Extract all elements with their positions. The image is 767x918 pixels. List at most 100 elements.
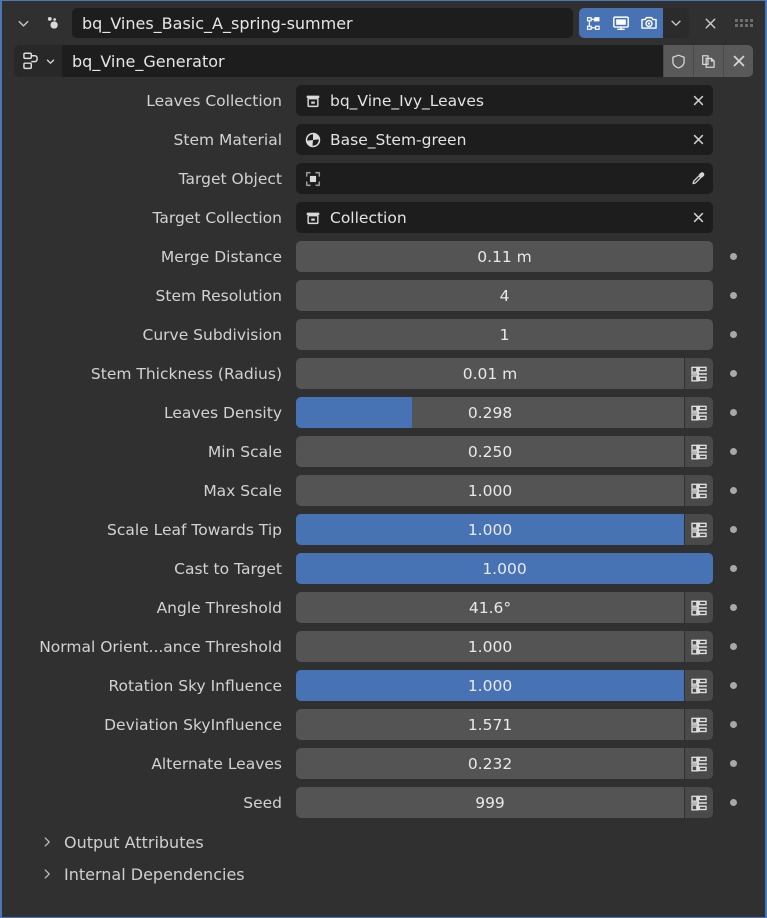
slider-field[interactable]: 1.000 — [296, 514, 684, 545]
datablock-field[interactable]: Base_Stem-green — [296, 124, 713, 155]
drag-handle-icon[interactable] — [731, 8, 757, 38]
property-field-wrap: 1.000 — [296, 553, 713, 584]
collapsed-panel-header[interactable]: Output Attributes — [2, 826, 765, 858]
chevron-right-icon — [40, 867, 54, 881]
animate-property-dot[interactable] — [713, 565, 753, 572]
property-label: Min Scale — [14, 443, 296, 461]
chevron-right-icon — [40, 835, 54, 849]
duplicate-button[interactable] — [693, 45, 723, 77]
fake-user-button[interactable] — [663, 45, 693, 77]
attribute-toggle-button[interactable] — [685, 358, 713, 389]
property-label: Stem Material — [14, 131, 296, 149]
datablock-field[interactable]: bq_Vine_Ivy_Leaves — [296, 85, 713, 116]
property-row: Stem MaterialBase_Stem-green — [14, 124, 753, 155]
attribute-toggle-button[interactable] — [685, 475, 713, 506]
collapsed-panel-header[interactable]: Internal Dependencies — [2, 858, 765, 890]
property-label: Deviation SkyInfluence — [14, 716, 296, 734]
property-field-wrap — [296, 163, 713, 194]
remove-modifier-button[interactable] — [695, 8, 725, 38]
animate-property-dot[interactable] — [713, 292, 753, 299]
attribute-toggle-icon — [690, 521, 708, 539]
value-field[interactable]: 0.01 m — [296, 358, 684, 389]
render-display-toggle[interactable] — [635, 8, 663, 38]
property-field-wrap: Base_Stem-green — [296, 124, 713, 155]
attribute-toggle-button[interactable] — [685, 748, 713, 779]
property-row: Min Scale0.250 — [14, 436, 753, 467]
property-field-wrap: 1 — [296, 319, 713, 350]
geometry-nodes-browse-button[interactable] — [14, 45, 62, 77]
chevron-right-icon — [40, 867, 54, 881]
property-dot-placeholder — [713, 214, 753, 221]
datablock-field[interactable]: Collection — [296, 202, 713, 233]
unlink-datablock-button[interactable] — [723, 45, 753, 77]
attribute-toggle-button[interactable] — [685, 397, 713, 428]
animate-property-dot[interactable] — [713, 526, 753, 533]
animate-property-dot[interactable] — [713, 253, 753, 260]
node-group-name-field[interactable]: bq_Vine_Generator — [62, 45, 663, 77]
animate-property-dot[interactable] — [713, 799, 753, 806]
value-field[interactable]: 0.232 — [296, 748, 684, 779]
animate-property-dot[interactable] — [713, 409, 753, 416]
animate-property-dot[interactable] — [713, 370, 753, 377]
property-row: Alternate Leaves0.232 — [14, 748, 753, 779]
modifier-name-text: bq_Vines_Basic_A_spring-summer — [82, 14, 353, 33]
clear-datablock-button[interactable] — [683, 202, 713, 233]
clear-datablock-button[interactable] — [683, 124, 713, 155]
property-label: Max Scale — [14, 482, 296, 500]
animate-property-dot[interactable] — [713, 643, 753, 650]
attribute-toggle-button[interactable] — [685, 787, 713, 818]
property-label: Stem Thickness (Radius) — [14, 365, 296, 383]
value-field[interactable]: 1 — [296, 319, 713, 350]
property-value-text: 4 — [296, 287, 713, 305]
value-field[interactable]: 41.6° — [296, 592, 684, 623]
property-value-text: 1.000 — [296, 638, 684, 656]
slider-field[interactable]: 0.298 — [296, 397, 684, 428]
property-dot-placeholder — [713, 97, 753, 104]
property-field-wrap: 0.232 — [296, 748, 713, 779]
attribute-toggle-icon — [690, 599, 708, 617]
value-field[interactable]: 0.11 m — [296, 241, 713, 272]
attribute-toggle-button[interactable] — [685, 631, 713, 662]
node-group-name-text: bq_Vine_Generator — [72, 52, 225, 71]
property-row: Seed999 — [14, 787, 753, 818]
attribute-toggle-button[interactable] — [685, 514, 713, 545]
attribute-toggle-button[interactable] — [685, 670, 713, 701]
slider-field[interactable]: 1.000 — [296, 553, 713, 584]
animate-property-dot[interactable] — [713, 448, 753, 455]
value-field[interactable]: 999 — [296, 787, 684, 818]
value-field[interactable]: 1.571 — [296, 709, 684, 740]
property-row: Merge Distance0.11 m — [14, 241, 753, 272]
slider-field[interactable]: 1.000 — [296, 670, 684, 701]
animate-property-dot[interactable] — [713, 487, 753, 494]
animate-property-dot[interactable] — [713, 604, 753, 611]
property-row: Max Scale1.000 — [14, 475, 753, 506]
clear-datablock-button[interactable] — [683, 85, 713, 116]
modifier-name-field[interactable]: bq_Vines_Basic_A_spring-summer — [72, 8, 573, 38]
expand-modifier-chevron-icon[interactable] — [12, 10, 34, 36]
edit-mode-display-toggle[interactable] — [579, 8, 607, 38]
attribute-toggle-button[interactable] — [685, 592, 713, 623]
datablock-field[interactable] — [296, 163, 713, 194]
attribute-toggle-icon — [690, 443, 708, 461]
attribute-toggle-button[interactable] — [685, 709, 713, 740]
eyedropper-button[interactable] — [683, 163, 713, 194]
realtime-display-toggle[interactable] — [607, 8, 635, 38]
value-field[interactable]: 1.000 — [296, 631, 684, 662]
animate-property-dot[interactable] — [713, 721, 753, 728]
property-label: Target Object — [14, 170, 296, 188]
value-field[interactable]: 4 — [296, 280, 713, 311]
value-field[interactable]: 0.250 — [296, 436, 684, 467]
property-field-wrap: 41.6° — [296, 592, 713, 623]
property-field-wrap: 1.571 — [296, 709, 713, 740]
property-label: Leaves Collection — [14, 92, 296, 110]
attribute-toggle-icon — [690, 755, 708, 773]
animate-property-dot[interactable] — [713, 331, 753, 338]
datablock-value-text: bq_Vine_Ivy_Leaves — [322, 92, 683, 110]
property-row: Stem Resolution4 — [14, 280, 753, 311]
animate-property-dot[interactable] — [713, 682, 753, 689]
animate-property-dot[interactable] — [713, 760, 753, 767]
attribute-toggle-button[interactable] — [685, 436, 713, 467]
modifier-extras-dropdown-icon[interactable] — [663, 8, 689, 38]
property-label: Angle Threshold — [14, 599, 296, 617]
value-field[interactable]: 1.000 — [296, 475, 684, 506]
